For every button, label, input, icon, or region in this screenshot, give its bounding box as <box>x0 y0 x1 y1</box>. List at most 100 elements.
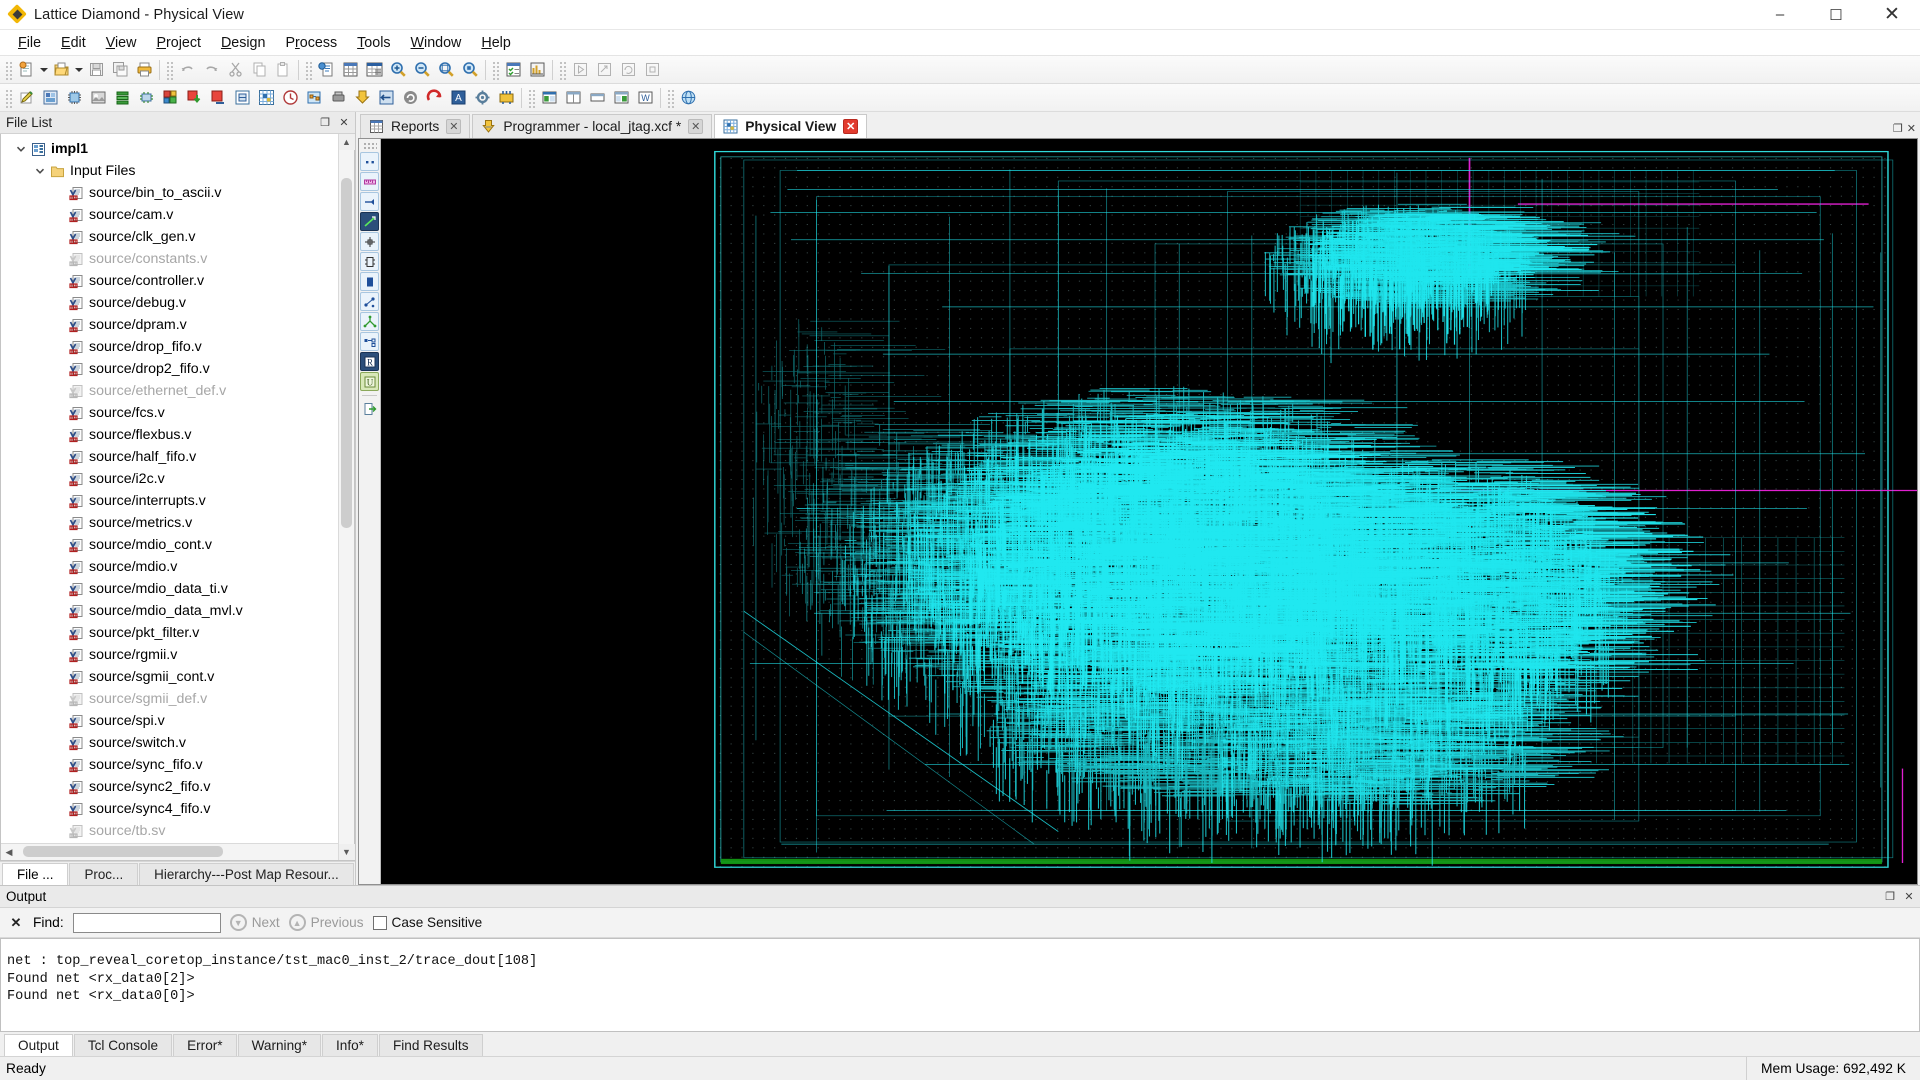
tree-item[interactable]: source/clk_gen.v <box>1 226 354 248</box>
cut-icon[interactable] <box>224 59 246 81</box>
tree-item[interactable]: source/drop2_fifo.v <box>1 358 354 380</box>
menu-item-file[interactable]: File <box>8 33 51 53</box>
horizontal-scroll-track[interactable] <box>17 844 338 860</box>
chevron-down-icon[interactable] <box>32 166 48 176</box>
find-input[interactable] <box>72 912 221 933</box>
timing-icon[interactable] <box>279 87 301 109</box>
document-tab[interactable]: Reports ✕ <box>360 114 471 138</box>
menu-item-design[interactable]: Design <box>211 33 276 53</box>
tree-item[interactable]: source/switch.v <box>1 732 354 754</box>
tree-item[interactable]: source/rgmii.v <box>1 644 354 666</box>
tree-item[interactable]: source/mdio_cont.v <box>1 534 354 556</box>
zoom-out-icon[interactable] <box>411 59 433 81</box>
tree-item[interactable]: source/ethernet_def.v <box>1 380 354 402</box>
copy-icon[interactable] <box>248 59 270 81</box>
tree-item[interactable]: source/fcs.v <box>1 402 354 424</box>
ngd-view-icon[interactable] <box>303 87 325 109</box>
menu-item-project[interactable]: Project <box>146 33 211 53</box>
find-next-button[interactable]: ▼ Next <box>229 914 280 931</box>
toolbar-grip[interactable] <box>491 59 499 80</box>
tree-item[interactable]: source/metrics.v <box>1 512 354 534</box>
toolbar-grip[interactable] <box>4 59 12 80</box>
split-pane-icon[interactable] <box>610 87 632 109</box>
save-all-icon[interactable] <box>109 59 131 81</box>
tree-item[interactable]: source/debug.v <box>1 292 354 314</box>
block-fill-icon[interactable] <box>360 272 379 291</box>
run-icon[interactable] <box>569 59 591 81</box>
document-close-button[interactable]: ✕ <box>1907 122 1916 135</box>
tree-item[interactable]: source/mdio_data_mvl.v <box>1 600 354 622</box>
dock-tab[interactable]: Proc... <box>69 863 139 885</box>
output-console[interactable]: net : top_reveal_coretop_instance/tst_ma… <box>0 938 1920 1032</box>
undo-icon[interactable] <box>176 59 198 81</box>
file-tree-vertical-scrollbar[interactable]: ▲ ▼ <box>338 134 355 860</box>
import-down-icon[interactable] <box>183 87 205 109</box>
device-view-icon[interactable] <box>39 87 61 109</box>
tree-item[interactable]: source/mdio.v <box>1 556 354 578</box>
new-file-dropdown-icon[interactable] <box>38 59 49 81</box>
output-float-button[interactable]: ❐ <box>1882 889 1898 905</box>
tree-item[interactable]: source/sync4_fifo.v <box>1 798 354 820</box>
tree-item[interactable]: source/sgmii_def.v <box>1 688 354 710</box>
output-tab[interactable]: Warning* <box>237 1034 321 1056</box>
netlist-icon[interactable] <box>231 87 253 109</box>
settings-gear-icon[interactable] <box>471 87 493 109</box>
menu-item-tools[interactable]: Tools <box>347 33 400 53</box>
single-pane-icon[interactable] <box>586 87 608 109</box>
close-icon[interactable]: ✕ <box>688 119 704 134</box>
scroll-up-button[interactable]: ▲ <box>338 134 355 150</box>
toolbar-grip[interactable] <box>304 59 312 80</box>
toolbar-grip[interactable] <box>527 87 535 108</box>
analysis-icon[interactable]: A <box>447 87 469 109</box>
paste-icon[interactable] <box>272 59 294 81</box>
power-calc-icon[interactable] <box>495 87 517 109</box>
route-tool-icon[interactable] <box>360 312 379 331</box>
case-sensitive-checkbox[interactable]: Case Sensitive <box>372 915 482 930</box>
print-icon[interactable] <box>133 59 155 81</box>
arrange-icon[interactable]: W <box>634 87 656 109</box>
toolbar-grip[interactable] <box>165 59 173 80</box>
vertical-scroll-track[interactable] <box>339 150 355 844</box>
find-previous-button[interactable]: ▲ Previous <box>288 914 364 931</box>
export-view-icon[interactable] <box>360 399 379 418</box>
tree-item[interactable]: source/pkt_filter.v <box>1 622 354 644</box>
chip-icon[interactable] <box>63 87 85 109</box>
stop-icon[interactable] <box>641 59 663 81</box>
menu-item-window[interactable]: Window <box>401 33 472 53</box>
file-list-float-button[interactable]: ❐ <box>317 115 333 131</box>
pencil-edit-icon[interactable] <box>15 87 37 109</box>
tree-item[interactable]: source/spi.v <box>1 710 354 732</box>
package-icon[interactable] <box>135 87 157 109</box>
tree-item[interactable]: source/dpram.v <box>1 314 354 336</box>
close-icon[interactable]: ✕ <box>843 119 859 134</box>
menu-item-help[interactable]: Help <box>471 33 520 53</box>
toolbar-grip[interactable] <box>4 87 12 108</box>
tree-item[interactable]: source/half_fifo.v <box>1 446 354 468</box>
close-icon[interactable]: ✕ <box>446 119 462 134</box>
view-toolbar-grip[interactable] <box>362 142 377 149</box>
find-close-button[interactable]: ✕ <box>8 915 24 931</box>
site-tool-icon[interactable] <box>360 232 379 251</box>
toolbar-grip[interactable] <box>666 87 674 108</box>
spreadsheet-view-icon[interactable] <box>363 59 385 81</box>
minimize-button[interactable]: – <box>1752 0 1808 30</box>
document-tab[interactable]: Programmer - local_jtag.xcf * ✕ <box>472 114 713 138</box>
save-icon[interactable] <box>85 59 107 81</box>
document-float-button[interactable]: ❐ <box>1893 122 1903 135</box>
tree-item[interactable]: source/drop_fifo.v <box>1 336 354 358</box>
tile-horizontal-icon[interactable] <box>538 87 560 109</box>
region-tool-icon[interactable]: R <box>360 352 379 371</box>
scroll-left-button[interactable]: ◀ <box>1 844 17 860</box>
tree-item[interactable]: source/sync2_fifo.v <box>1 776 354 798</box>
tree-item[interactable]: source/interrupts.v <box>1 490 354 512</box>
zoom-in-icon[interactable] <box>387 59 409 81</box>
hardware-icon[interactable] <box>327 87 349 109</box>
chart-icon[interactable] <box>526 59 548 81</box>
refresh-icon[interactable] <box>399 87 421 109</box>
tree-item[interactable]: source/flexbus.v <box>1 424 354 446</box>
new-file-icon[interactable] <box>15 59 37 81</box>
maximize-button[interactable]: ☐ <box>1808 0 1864 30</box>
tree-item[interactable]: source/sync_fifo.v <box>1 754 354 776</box>
menu-item-process[interactable]: Process <box>275 33 347 53</box>
close-button[interactable]: ✕ <box>1864 0 1920 30</box>
